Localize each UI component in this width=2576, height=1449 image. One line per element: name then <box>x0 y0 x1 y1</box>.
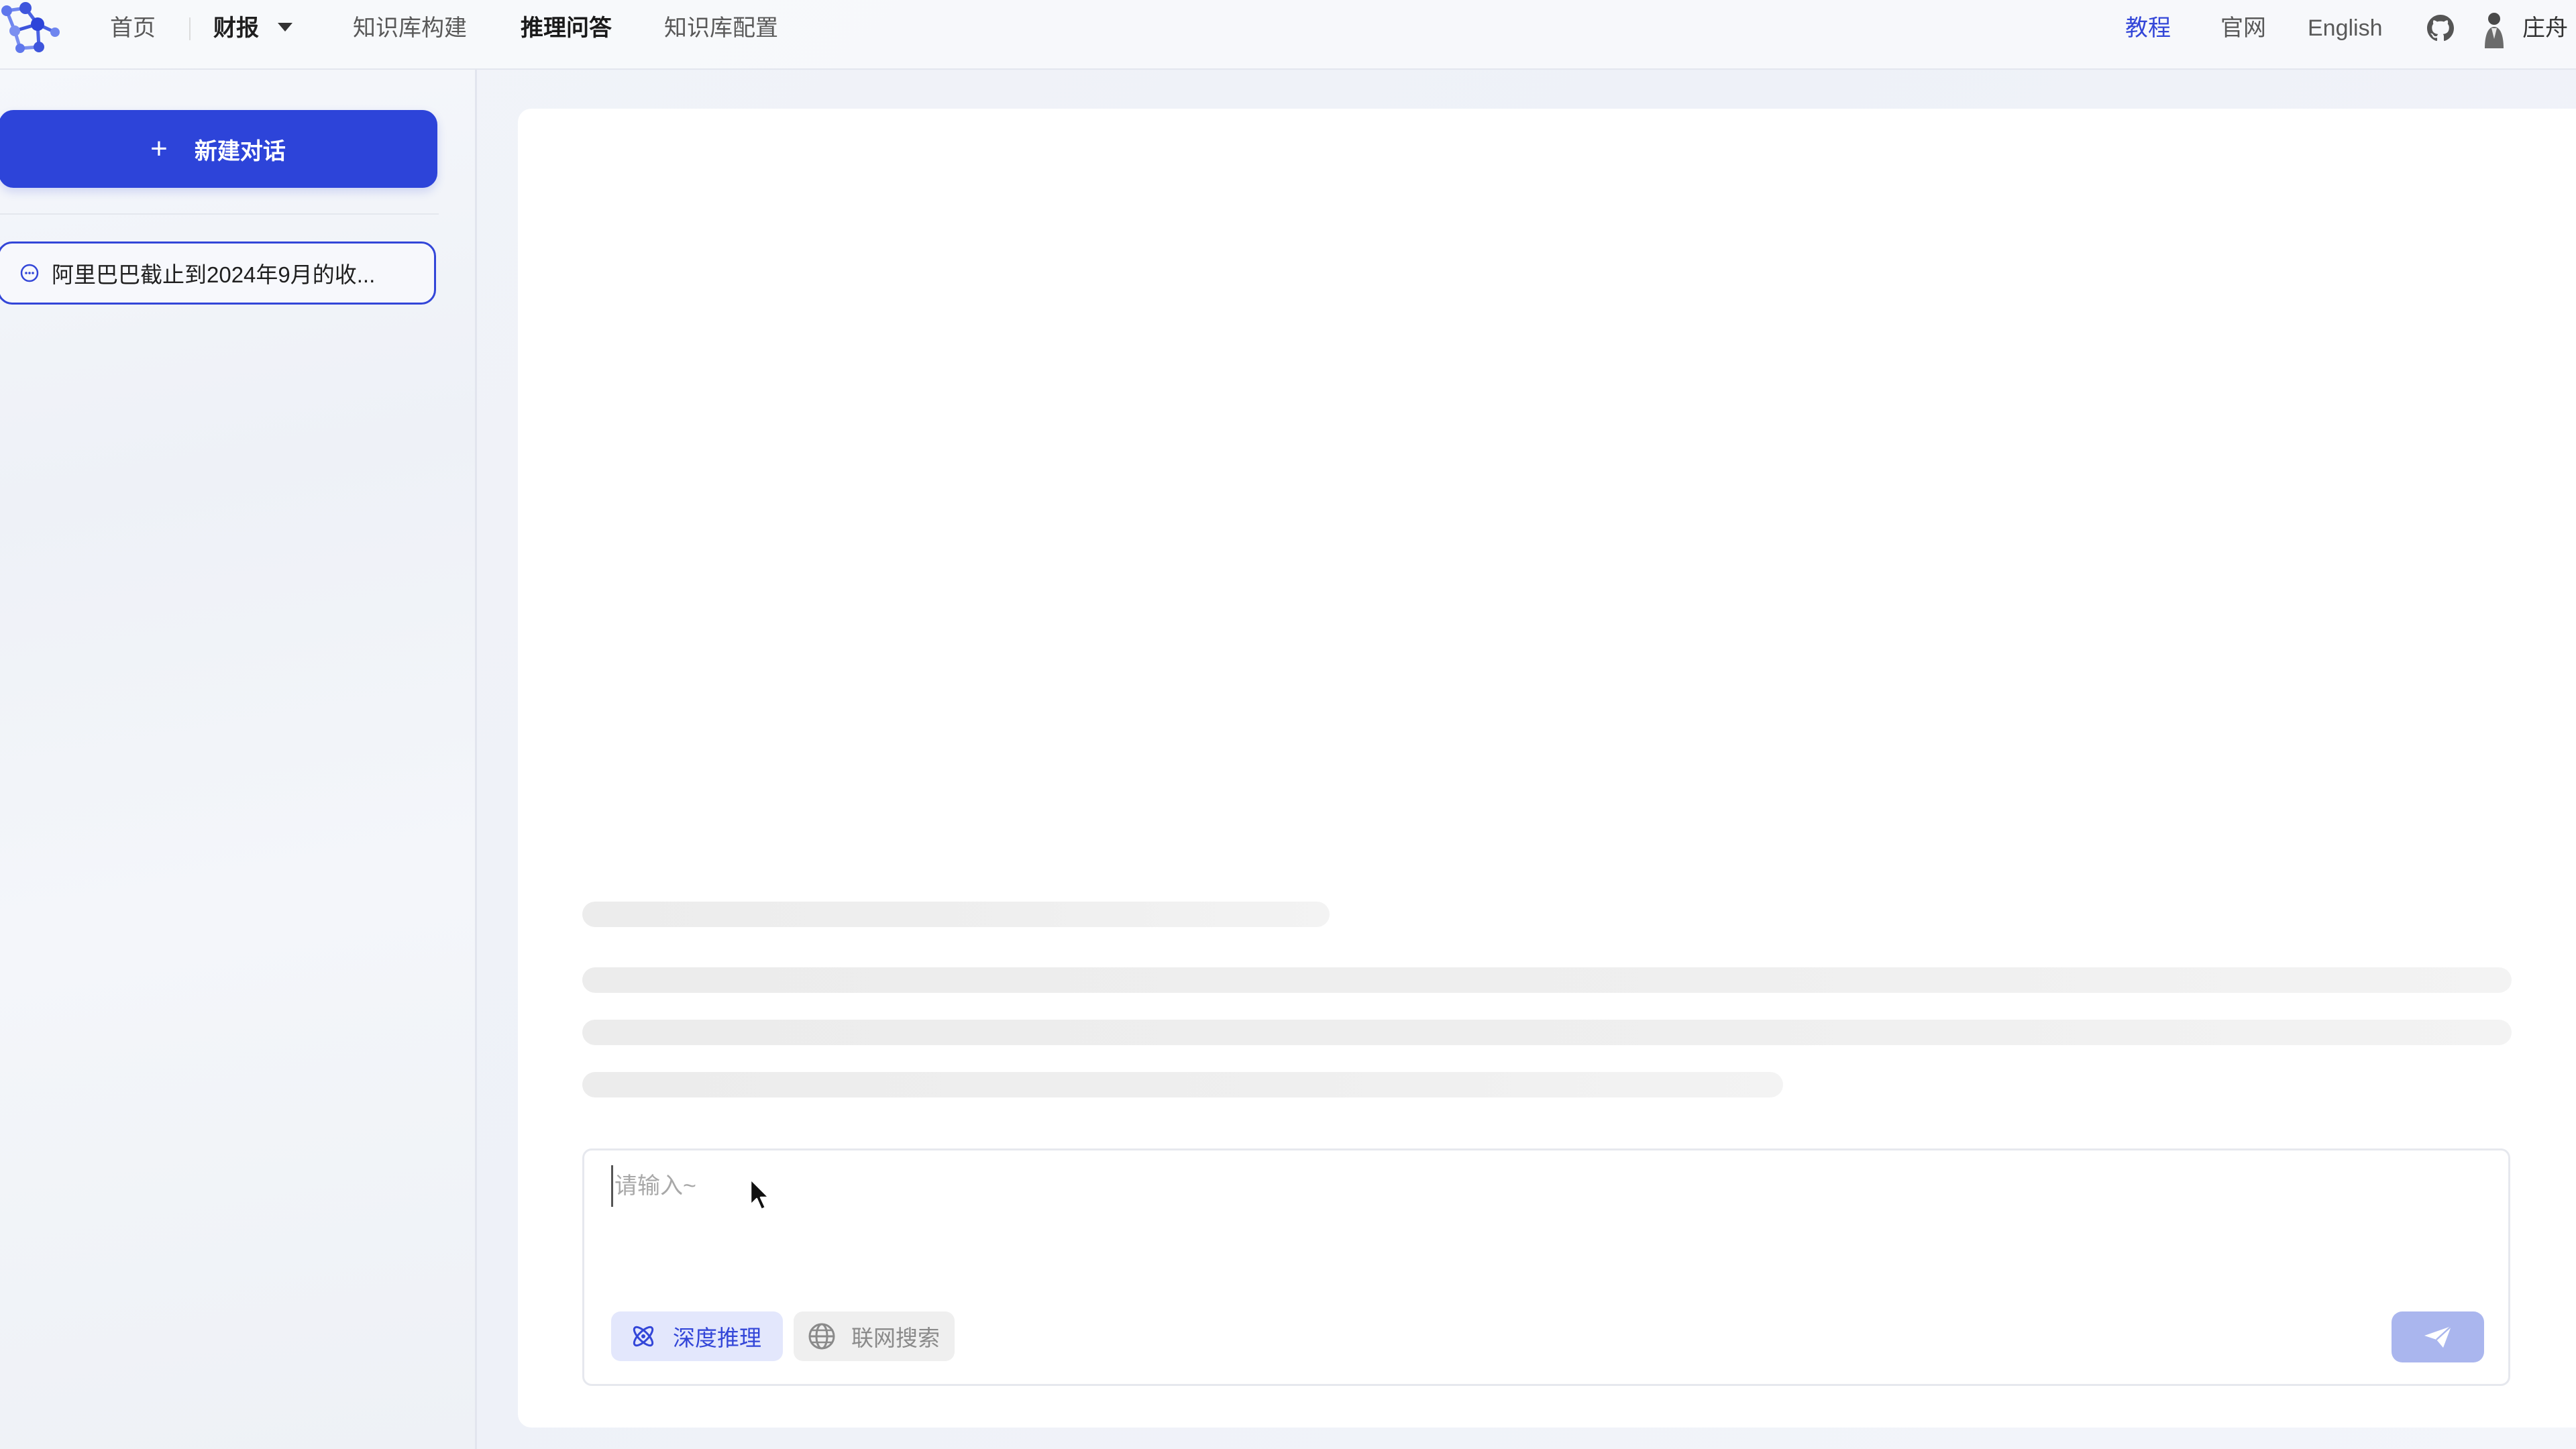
nav-reports-dropdown[interactable]: 财报 <box>213 0 292 56</box>
github-icon[interactable] <box>2427 15 2454 42</box>
nav-reports-label: 财报 <box>213 15 259 41</box>
app-logo-icon[interactable] <box>0 0 62 56</box>
nav-reasoning-qa[interactable]: 推理问答 <box>521 0 612 56</box>
nav-kb-build[interactable]: 知识库构建 <box>353 0 467 56</box>
nav-official-site[interactable]: 官网 <box>2220 0 2266 56</box>
loading-skeleton-line <box>582 902 1330 927</box>
avatar[interactable] <box>2478 9 2509 48</box>
web-search-label: 联网搜索 <box>851 1326 940 1350</box>
send-icon <box>2424 1326 2452 1348</box>
new-chat-label: 新建对话 <box>194 138 286 164</box>
chevron-down-icon <box>278 22 292 32</box>
deep-reasoning-toggle[interactable]: 深度推理 <box>611 1311 783 1361</box>
atom-icon <box>633 1326 654 1347</box>
nav-tutorial[interactable]: 教程 <box>2125 0 2171 56</box>
conversation-title: 阿里巴巴截止到2024年9月的收... <box>52 262 376 287</box>
mouse-cursor-icon <box>749 1178 770 1211</box>
chat-panel: 深度推理 联网搜索 <box>518 109 2576 1428</box>
sidebar: + 新建对话 阿里巴巴截止到2024年9月的收... <box>0 70 477 1449</box>
nav-kb-config[interactable]: 知识库配置 <box>664 0 778 56</box>
chat-input-box: 深度推理 联网搜索 <box>582 1148 2510 1386</box>
sidebar-divider <box>0 213 439 215</box>
nav-home[interactable]: 首页 <box>110 0 156 56</box>
user-name[interactable]: 庄舟 <box>2522 0 2568 56</box>
loading-skeleton-line <box>582 1020 2512 1045</box>
loading-skeleton-line <box>582 1072 1783 1097</box>
plus-icon: + <box>150 132 168 165</box>
chat-bubble-icon <box>20 264 39 282</box>
web-search-toggle[interactable]: 联网搜索 <box>794 1311 955 1361</box>
deep-reasoning-label: 深度推理 <box>673 1326 761 1350</box>
send-button[interactable] <box>2392 1311 2484 1362</box>
globe-icon <box>808 1323 835 1350</box>
conversation-item[interactable]: 阿里巴巴截止到2024年9月的收... <box>0 241 436 305</box>
chat-input[interactable] <box>611 1165 2360 1207</box>
language-switch[interactable]: English <box>2308 0 2383 56</box>
nav-divider <box>189 17 191 40</box>
new-chat-button[interactable]: + 新建对话 <box>0 110 437 188</box>
top-navigation-bar: 首页 财报 知识库构建 推理问答 知识库配置 教程 官网 English 庄舟 <box>0 0 2576 70</box>
loading-skeleton-line <box>582 967 2512 993</box>
